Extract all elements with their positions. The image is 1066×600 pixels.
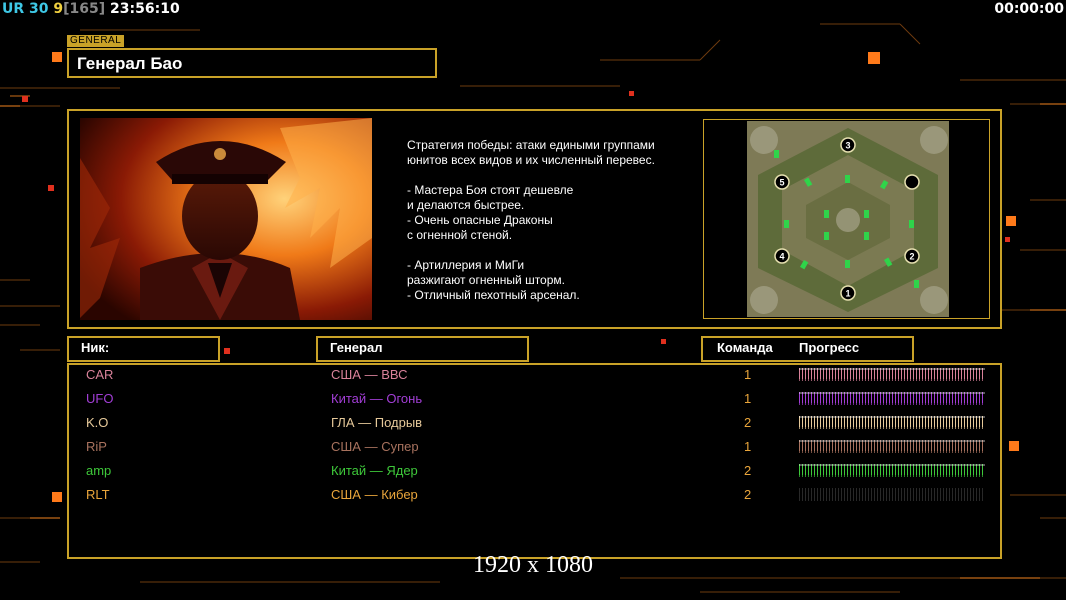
strategy-line: - Мастера Боя стоят дешевле — [407, 183, 574, 197]
map-slot-5[interactable]: 5 — [779, 178, 784, 188]
header-general: Генерал — [316, 336, 529, 362]
hud-fps: 30 — [29, 1, 49, 17]
player-team: 1 — [744, 391, 752, 406]
player-progress-bar — [799, 416, 985, 429]
player-nick: RiP — [86, 439, 107, 454]
player-general: Китай — Огонь — [331, 391, 423, 406]
hud-timer: 00:00:00 — [994, 1, 1064, 17]
player-general: США — Супер — [331, 439, 419, 454]
player-team: 1 — [744, 439, 752, 454]
strategy-line — [407, 243, 687, 258]
strategy-line: - Отличный пехотный арсенал. — [407, 288, 580, 302]
player-row: UFO Китай — Огонь 1 — [0, 387, 1066, 411]
strategy-description: Стратегия победы: атаки едиными группами… — [407, 138, 687, 303]
resolution-label: 1920 x 1080 — [473, 552, 593, 578]
player-progress-bar — [799, 392, 985, 405]
header-team: Команда — [717, 340, 773, 355]
general-portrait — [80, 118, 372, 320]
player-row: RiP США — Супер 1 — [0, 435, 1066, 459]
header-nick: Ник: — [67, 336, 220, 362]
map-preview[interactable]: 1 2 3 4 5 — [703, 119, 990, 319]
player-row: RLT США — Кибер 2 — [0, 483, 1066, 507]
map-slot-2[interactable]: 2 — [909, 252, 914, 262]
player-progress-bar — [799, 464, 985, 477]
player-nick: amp — [86, 463, 112, 478]
player-general: США — Кибер — [331, 487, 418, 502]
player-progress-bar — [799, 488, 985, 501]
general-name-box: Генерал Бао — [67, 48, 437, 78]
strategy-line: юнитов всех видов и их численный перевес… — [407, 153, 655, 167]
player-general: США — ВВС — [331, 367, 408, 382]
header-team-progress: Команда Прогресс — [701, 336, 914, 362]
header-progress: Прогресс — [799, 340, 860, 355]
player-progress-bar — [799, 440, 985, 453]
hud-num: 9 — [53, 1, 64, 17]
player-nick: RLT — [86, 487, 110, 502]
player-general: ГЛА — Подрыв — [331, 415, 423, 430]
general-tab-label: GENERAL — [67, 35, 125, 47]
hud-clock: 23:56:10 — [110, 1, 180, 17]
hud-version-prefix: UR — [2, 1, 25, 17]
map-slot-4[interactable]: 4 — [779, 252, 784, 262]
player-team: 1 — [744, 367, 752, 382]
strategy-line: с огненной стеной. — [407, 228, 513, 242]
map-slot-1[interactable]: 1 — [845, 289, 850, 299]
player-nick: CAR — [86, 367, 114, 382]
player-progress-bar — [799, 368, 985, 381]
strategy-line: - Очень опасные Драконы — [407, 213, 553, 227]
hud-bracket: [165] — [63, 1, 106, 17]
hud-stats: UR 30 9[165] 23:56:10 — [2, 1, 180, 17]
player-general: Китай — Ядер — [331, 463, 418, 478]
player-team: 2 — [744, 415, 752, 430]
player-nick: UFO — [86, 391, 114, 406]
strategy-line — [407, 168, 687, 183]
general-name: Генерал Бао — [77, 54, 183, 73]
player-row: K.O ГЛА — Подрыв 2 — [0, 411, 1066, 435]
strategy-line: - Артиллерия и МиГи — [407, 258, 525, 272]
player-row: CAR США — ВВС 1 — [0, 363, 1066, 387]
player-nick: K.O — [86, 415, 109, 430]
strategy-line: разжигают огненный шторм. — [407, 273, 565, 287]
player-team: 2 — [744, 487, 752, 502]
player-team: 2 — [744, 463, 752, 478]
strategy-line: Стратегия победы: атаки едиными группами — [407, 138, 655, 152]
map-slot-3[interactable]: 3 — [845, 141, 850, 151]
strategy-line: и делаются быстрее. — [407, 198, 525, 212]
player-row: amp Китай — Ядер 2 — [0, 459, 1066, 483]
